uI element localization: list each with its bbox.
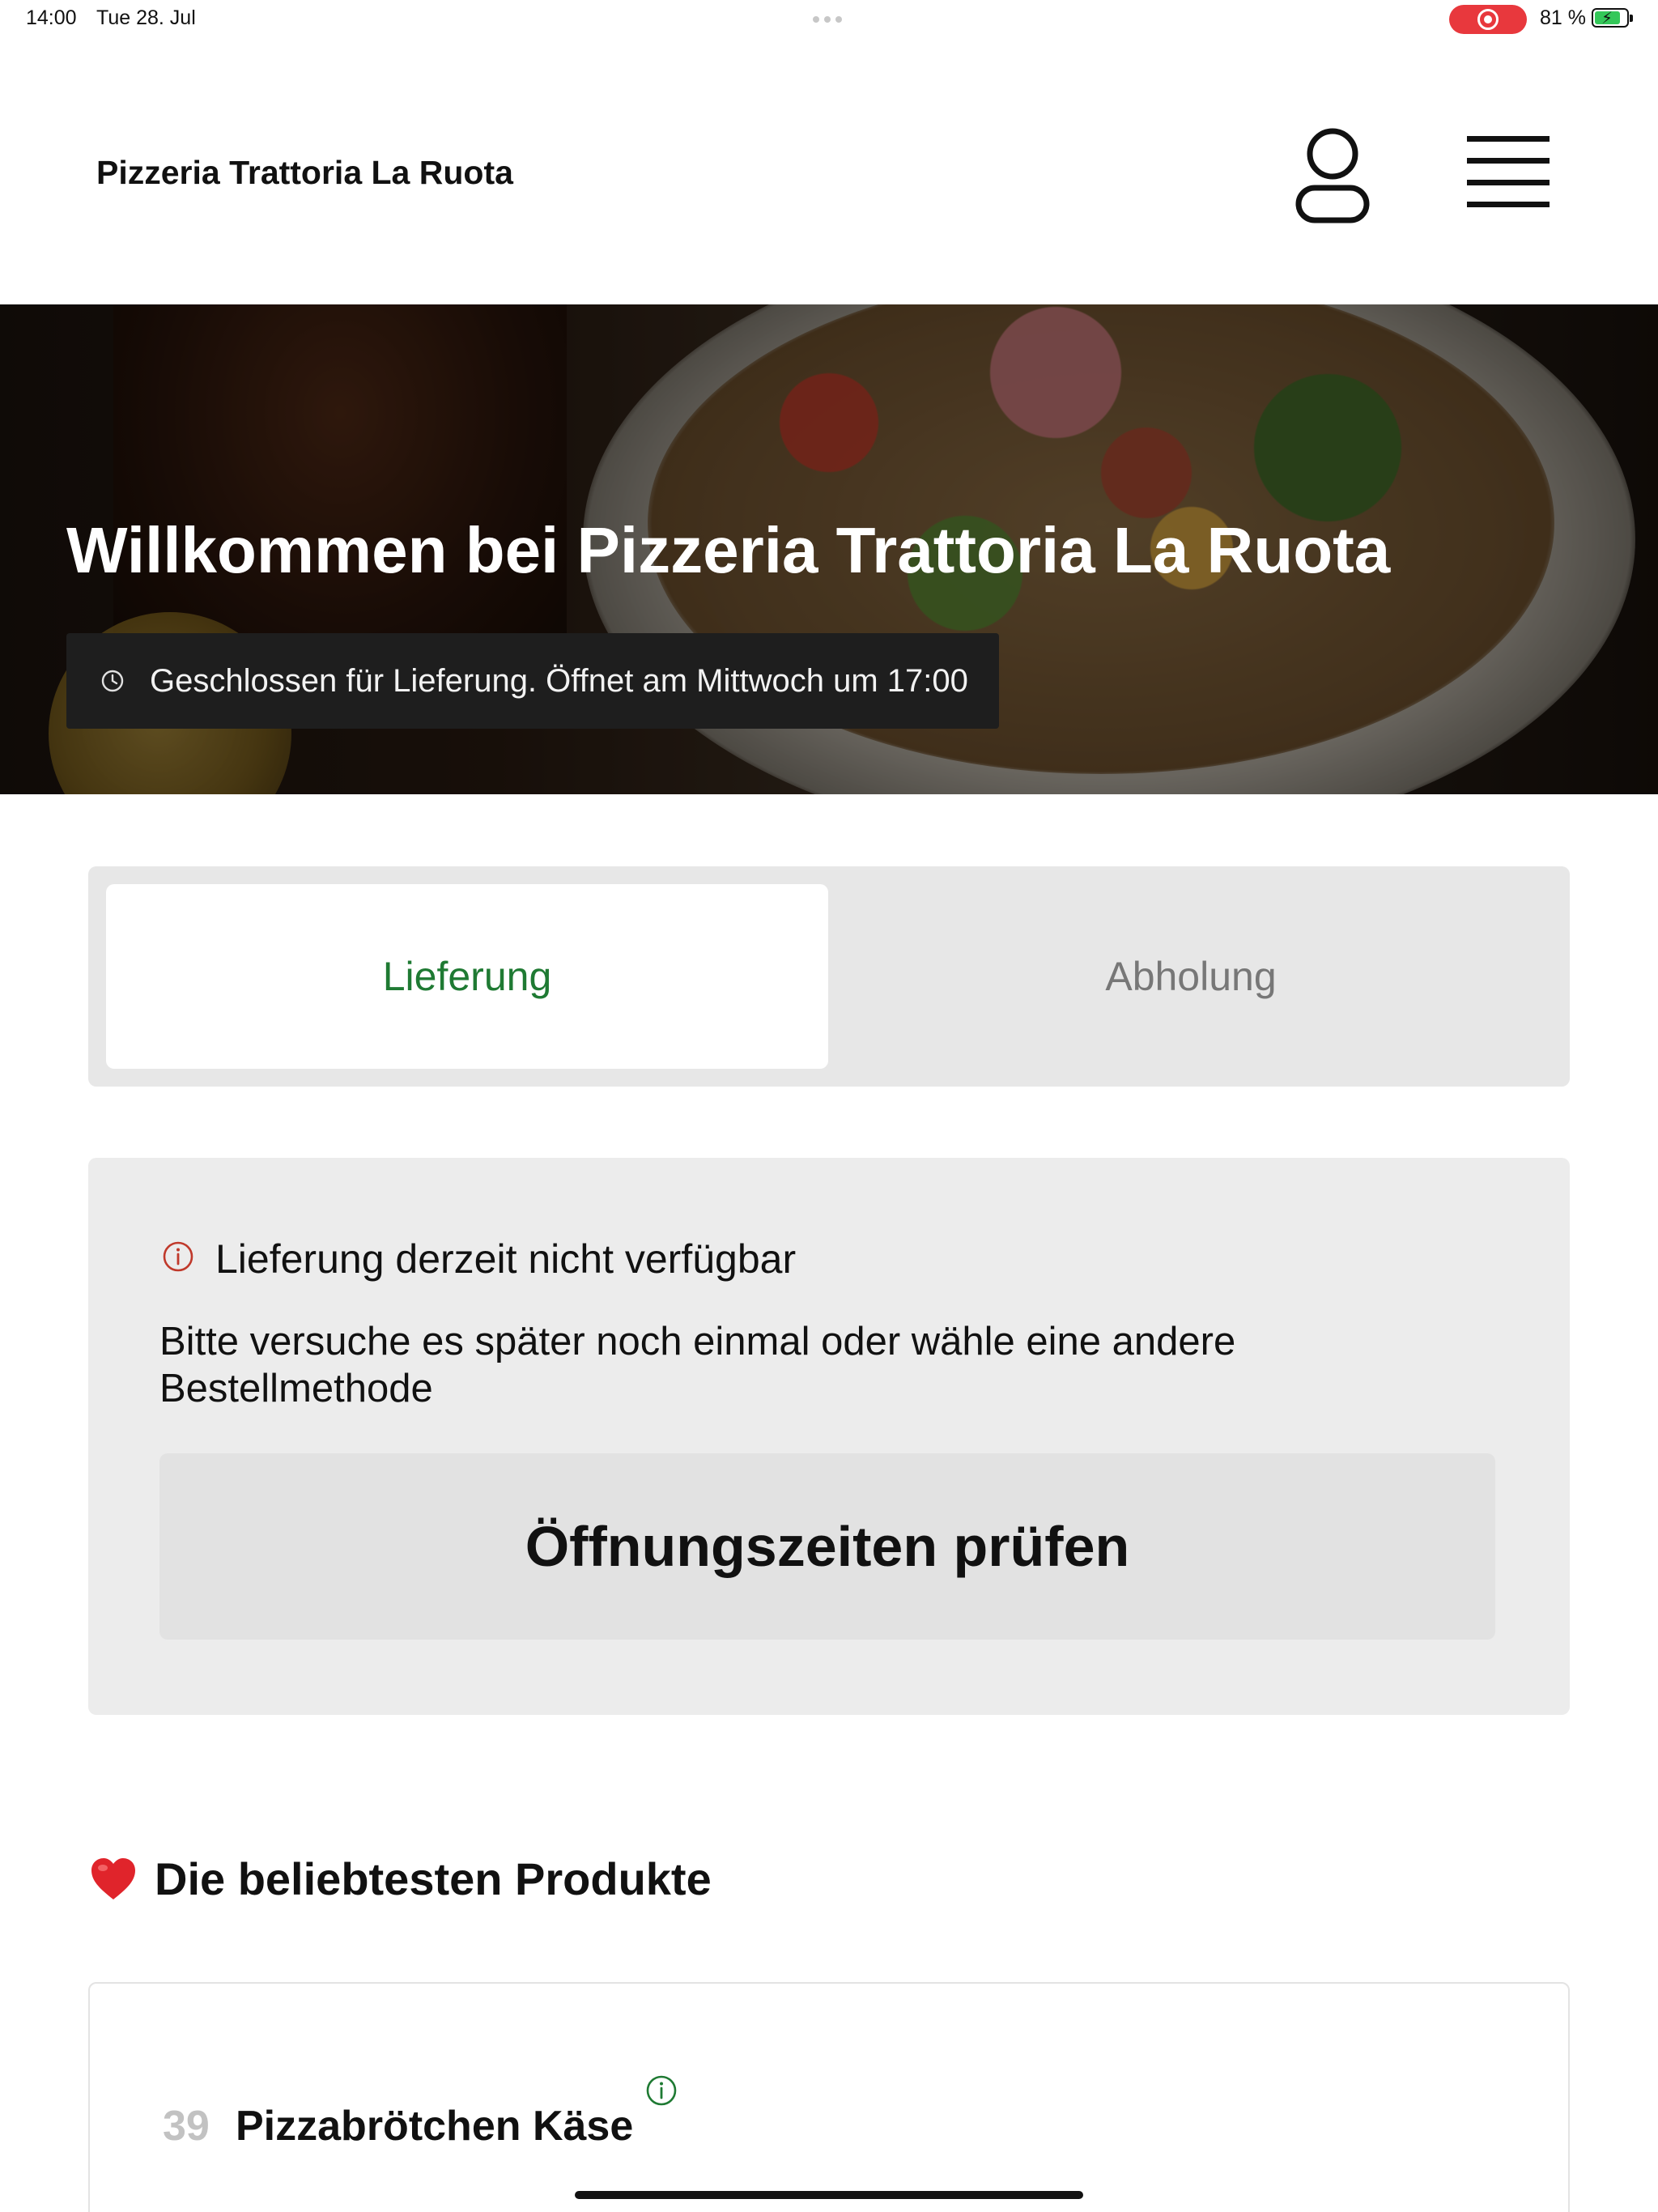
product-name: Pizzabrötchen Käse xyxy=(236,2103,634,2150)
notice-body: Bitte versuche es später noch einmal ode… xyxy=(159,1320,1236,1410)
header: Pizzeria Trattoria La Ruota xyxy=(0,39,1658,304)
product-card[interactable]: 39 Pizzabrötchen Käse xyxy=(88,1982,1570,2212)
status-bar: 14:00 Tue 28. Jul 81 % ⚡ xyxy=(0,0,1658,39)
opening-status-badge: Geschlossen für Lieferung. Öffnet am Mit… xyxy=(66,633,999,729)
clock-icon xyxy=(101,670,124,692)
screen-recording-icon[interactable] xyxy=(1449,5,1527,34)
battery-icon: ⚡ xyxy=(1592,8,1633,28)
tab-abholung[interactable]: Abholung xyxy=(830,884,1552,1069)
info-icon[interactable] xyxy=(645,2074,678,2107)
page: 14:00 Tue 28. Jul 81 % ⚡ Pizzeria Tratto… xyxy=(0,0,1658,2212)
status-time: 14:00 xyxy=(26,6,77,29)
order-method-toggle: Lieferung Abholung xyxy=(88,866,1570,1087)
account-button[interactable] xyxy=(1292,126,1373,223)
hero-title: Willkommen bei Pizzeria Trattoria La Ruo… xyxy=(66,514,1391,586)
heart-icon xyxy=(91,1857,135,1899)
battery-percent: 81 % xyxy=(1540,6,1586,29)
popular-products-heading: Die beliebtesten Produkte xyxy=(88,1853,712,1905)
hamburger-icon xyxy=(1467,136,1550,142)
check-opening-hours-button[interactable]: Öffnungszeiten prüfen xyxy=(159,1453,1495,1640)
opening-status-text: Geschlossen für Lieferung. Öffnet am Mit… xyxy=(150,663,968,699)
product-number: 39 xyxy=(163,2103,210,2150)
tab-lieferung[interactable]: Lieferung xyxy=(106,884,828,1069)
notice-title: Lieferung derzeit nicht verfügbar xyxy=(215,1236,797,1282)
brand-name[interactable]: Pizzeria Trattoria La Ruota xyxy=(96,154,513,192)
section-title: Die beliebtesten Produkte xyxy=(155,1853,712,1904)
person-icon xyxy=(1295,128,1370,223)
menu-button[interactable] xyxy=(1467,136,1550,209)
multitasking-dots-icon[interactable] xyxy=(813,16,842,23)
hero-banner: Willkommen bei Pizzeria Trattoria La Ruo… xyxy=(0,304,1658,794)
status-date: Tue 28. Jul xyxy=(96,6,196,29)
delivery-unavailable-notice: Lieferung derzeit nicht verfügbar Bitte … xyxy=(88,1158,1570,1715)
home-indicator[interactable] xyxy=(575,2191,1083,2199)
info-icon xyxy=(163,1241,193,1272)
